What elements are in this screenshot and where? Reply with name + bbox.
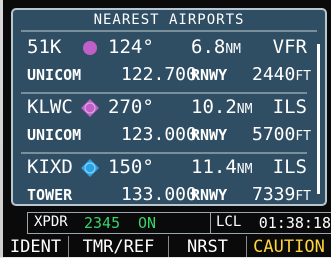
frequency-name: UNICOM bbox=[27, 66, 82, 84]
status-bar: XPDR 2345 ON LCL 01:38:18 bbox=[27, 212, 331, 234]
airport-row[interactable]: 51K 124° 6.8NM VFR UNICOM 122.700 RNWY 2… bbox=[13, 36, 325, 94]
airport-ident[interactable]: KLWC bbox=[27, 96, 73, 118]
tmr-ref-softkey[interactable]: TMR/REF bbox=[69, 236, 169, 257]
title-divider bbox=[21, 30, 317, 32]
frequency[interactable]: 122.700 bbox=[121, 64, 197, 85]
xpdr-mode: ON bbox=[138, 214, 157, 232]
runway-length: 2440FT bbox=[251, 64, 311, 85]
airport-row[interactable]: KLWC 270° 10.2NM ILS UNICOM 123.000 RNWY… bbox=[13, 96, 325, 154]
airport-ident[interactable]: KIXD bbox=[27, 156, 73, 178]
bearing: 124° bbox=[108, 36, 154, 58]
bearing: 150° bbox=[108, 156, 154, 178]
clock-time: 01:38:18 bbox=[258, 214, 331, 232]
airport-ident[interactable]: 51K bbox=[27, 36, 61, 58]
window-title: NEAREST AIRPORTS bbox=[93, 12, 245, 28]
caution-softkey[interactable]: CAUTION bbox=[247, 236, 331, 257]
frequency-name: UNICOM bbox=[27, 126, 82, 144]
runway-label: RNWY bbox=[191, 66, 228, 84]
airport-diamond-icon bbox=[80, 98, 100, 118]
bearing: 270° bbox=[108, 96, 154, 118]
row-divider bbox=[21, 92, 307, 94]
frequency[interactable]: 133.000 bbox=[121, 184, 197, 205]
ident-softkey[interactable]: IDENT bbox=[3, 236, 69, 257]
distance: 10.2NM bbox=[191, 96, 253, 118]
airport-circle-icon bbox=[80, 38, 100, 58]
distance: 11.4NM bbox=[191, 156, 253, 178]
runway-length: 5700FT bbox=[251, 124, 311, 145]
xpdr-label: XPDR bbox=[34, 214, 68, 230]
nearest-airports-window: NEAREST AIRPORTS 51K 124° 6.8NM VFR UNIC… bbox=[11, 8, 327, 206]
softkey-bar: IDENT TMR/REF NRST CAUTION bbox=[3, 236, 331, 257]
runway-label: RNWY bbox=[191, 126, 228, 144]
squawk-code[interactable]: 2345 bbox=[84, 214, 120, 232]
scrollbar[interactable] bbox=[317, 44, 320, 194]
approach-type: ILS bbox=[272, 96, 307, 118]
frequency[interactable]: 123.000 bbox=[121, 124, 197, 145]
runway-length: 7339FT bbox=[251, 184, 311, 205]
airport-row[interactable]: KIXD 150° 11.4NM ILS TOWER 133.000 RNWY … bbox=[13, 156, 325, 214]
runway-label: RNWY bbox=[191, 186, 228, 204]
approach-type: ILS bbox=[272, 156, 307, 178]
time-label: LCL bbox=[216, 214, 242, 230]
row-divider bbox=[21, 152, 307, 154]
status-divider bbox=[210, 213, 211, 233]
approach-type: VFR bbox=[272, 36, 307, 58]
frequency-name: TOWER bbox=[27, 186, 73, 204]
airport-towered-icon bbox=[80, 158, 100, 178]
distance: 6.8NM bbox=[191, 36, 241, 58]
nrst-softkey[interactable]: NRST bbox=[169, 236, 247, 257]
display-screen: NEAREST AIRPORTS 51K 124° 6.8NM VFR UNIC… bbox=[3, 0, 331, 257]
